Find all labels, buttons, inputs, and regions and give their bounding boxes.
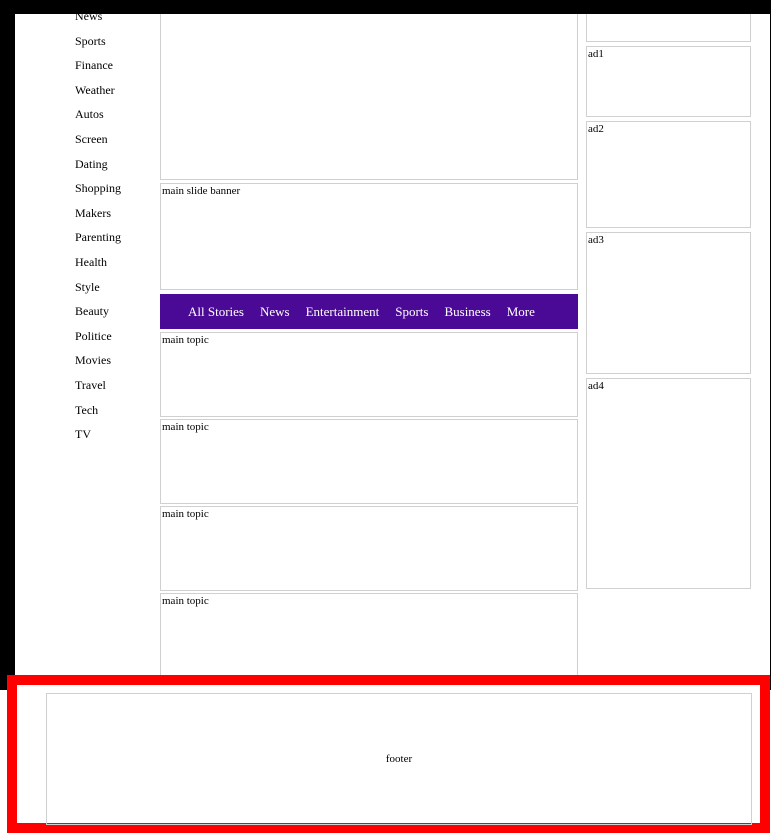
sidebar-item-shopping[interactable]: Shopping — [75, 176, 155, 201]
sidebar-item-dating[interactable]: Dating — [75, 152, 155, 177]
main-slide-banner[interactable]: main slide banner — [160, 183, 578, 290]
main-topic[interactable]: main topic — [160, 332, 578, 417]
footer: footer — [46, 693, 752, 825]
sidebar-item-style[interactable]: Style — [75, 275, 155, 300]
hero-box — [160, 14, 578, 180]
ad-slot-1[interactable]: ad1 — [586, 46, 751, 117]
ad-slot-2[interactable]: ad2 — [586, 121, 751, 228]
sidebar-item-tv[interactable]: TV — [75, 422, 155, 447]
tab-sports[interactable]: Sports — [395, 304, 428, 320]
sidebar-item-health[interactable]: Health — [75, 250, 155, 275]
story-tab-bar: All Stories News Entertainment Sports Bu… — [160, 294, 578, 329]
ad-slot-3[interactable]: ad3 — [586, 232, 751, 374]
tab-news[interactable]: News — [260, 304, 290, 320]
sidebar-item-movies[interactable]: Movies — [75, 348, 155, 373]
tab-entertainment[interactable]: Entertainment — [306, 304, 380, 320]
sidebar-item-autos[interactable]: Autos — [75, 102, 155, 127]
sidebar-item-beauty[interactable]: Beauty — [75, 299, 155, 324]
sidebar-item-tech[interactable]: Tech — [75, 398, 155, 423]
sidebar-item-travel[interactable]: Travel — [75, 373, 155, 398]
main-topic[interactable]: main topic — [160, 506, 578, 591]
main-topic[interactable]: main topic — [160, 419, 578, 504]
sidebar-item-parenting[interactable]: Parenting — [75, 225, 155, 250]
sidebar-nav: News Sports Finance Weather Autos Screen… — [75, 14, 155, 447]
page-content: News Sports Finance Weather Autos Screen… — [15, 14, 770, 690]
sidebar-item-makers[interactable]: Makers — [75, 201, 155, 226]
ad-slot-top — [586, 14, 751, 42]
tab-more[interactable]: More — [507, 304, 535, 320]
sidebar-item-news[interactable]: News — [75, 14, 155, 29]
ad-slot-4[interactable]: ad4 — [586, 378, 751, 589]
sidebar-item-screen[interactable]: Screen — [75, 127, 155, 152]
sidebar-item-finance[interactable]: Finance — [75, 53, 155, 78]
tab-business[interactable]: Business — [444, 304, 490, 320]
tab-all-stories[interactable]: All Stories — [188, 304, 244, 320]
sidebar-item-weather[interactable]: Weather — [75, 78, 155, 103]
sidebar-item-politice[interactable]: Politice — [75, 324, 155, 349]
footer-highlight: footer — [7, 675, 770, 833]
page-border: News Sports Finance Weather Autos Screen… — [0, 0, 771, 690]
sidebar-item-sports[interactable]: Sports — [75, 29, 155, 54]
